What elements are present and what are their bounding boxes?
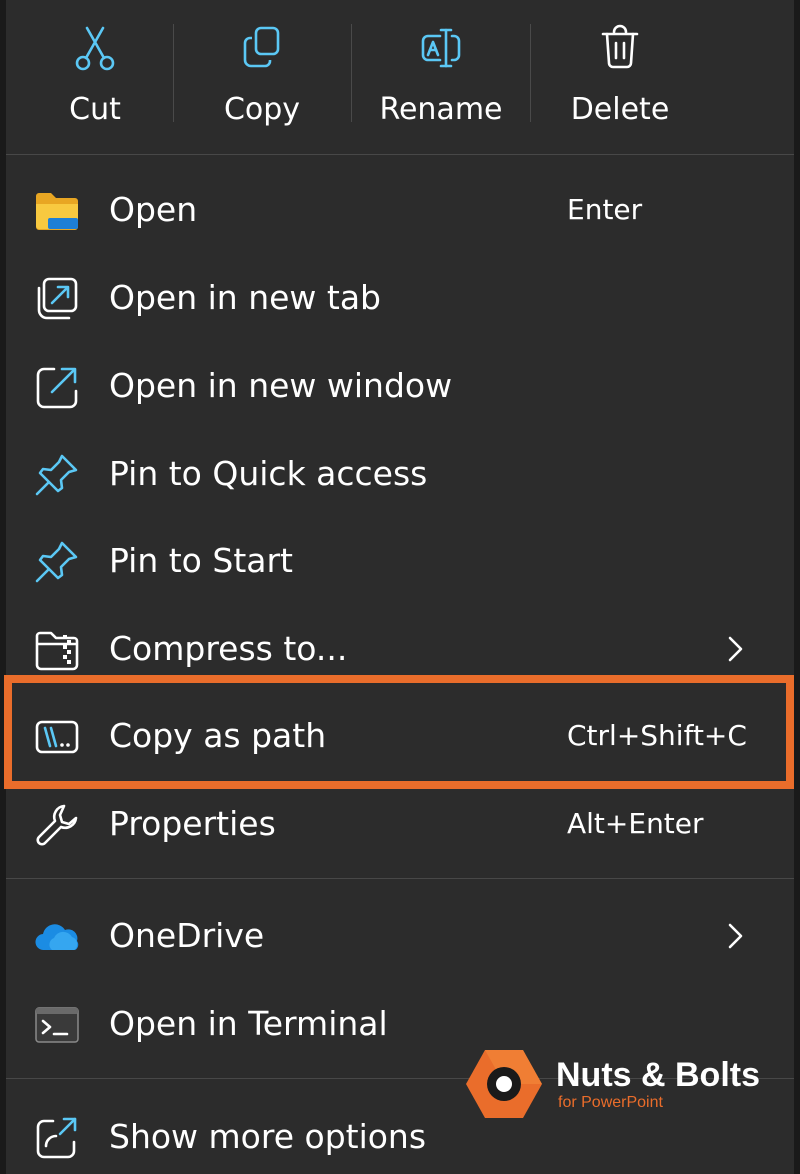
menu-item-compress-to[interactable]: Compress to... [6,607,794,691]
menu-item-copy-as-path[interactable]: Copy as path Ctrl+Shift+C [6,694,794,778]
menu-item-label: Open [109,190,198,229]
scissors-icon [75,26,115,71]
delete-button[interactable]: Delete [531,0,709,150]
menu-item-open[interactable]: Open Enter [6,168,794,252]
shortcut-text: Alt+Enter [567,807,704,840]
rename-icon [421,28,461,68]
chevron-right-icon [728,923,743,949]
cut-label: Cut [69,92,121,127]
pin-icon [35,454,78,496]
chevron-right-icon [728,636,743,662]
new-window-icon [36,367,78,409]
logo-tagline: for PowerPoint [558,1094,663,1111]
menu-item-pin-to-quick-access[interactable]: Pin to Quick access [6,432,794,516]
wrench-icon [36,804,78,846]
menu-item-properties[interactable]: Properties Alt+Enter [6,782,794,866]
copy-icon [243,26,280,68]
rename-button[interactable]: Rename [352,0,530,150]
nut-icon [466,1050,542,1118]
nuts-and-bolts-logo: Nuts & Bolts for PowerPoint [466,1048,776,1122]
menu-item-label: Compress to... [109,629,348,668]
menu-divider [6,878,794,879]
delete-label: Delete [570,92,670,127]
menu-item-onedrive[interactable]: OneDrive [6,894,794,978]
menu-item-label: OneDrive [109,916,265,955]
cut-button[interactable]: Cut [6,0,184,150]
menu-item-open-in-new-window[interactable]: Open in new window [6,344,794,428]
context-menu-toolbar: Cut Copy Rename Delete [6,0,794,154]
pin-icon [35,541,78,583]
shortcut-text: Enter [567,193,643,226]
rename-label: Rename [379,92,503,127]
trash-icon [601,24,639,69]
copy-label: Copy [223,92,301,127]
menu-item-label: Pin to Quick access [109,454,428,493]
menu-divider [6,154,794,155]
folder-icon [36,193,78,230]
share-icon [36,1117,77,1159]
menu-item-pin-to-start[interactable]: Pin to Start [6,519,794,603]
logo-brand-text: Nuts & Bolts [556,1056,760,1094]
menu-item-open-in-new-tab[interactable]: Open in new tab [6,256,794,340]
context-menu: Cut Copy Rename Delete Open Enter Open i… [6,0,794,1174]
menu-item-label: Pin to Start [109,541,293,580]
menu-item-label: Open in Terminal [109,1004,388,1043]
zip-folder-icon [35,631,79,671]
new-tab-icon [37,277,78,320]
menu-item-label: Show more options [109,1117,427,1156]
menu-item-label: Open in new window [109,366,453,405]
menu-item-label: Properties [109,804,276,843]
cloud-icon [35,924,79,951]
menu-item-label: Copy as path [109,716,327,755]
terminal-icon [35,1007,79,1043]
copy-button[interactable]: Copy [173,0,351,150]
shortcut-text: Ctrl+Shift+C [567,719,747,752]
menu-item-label: Open in new tab [109,278,382,317]
copy-path-icon [35,720,79,754]
